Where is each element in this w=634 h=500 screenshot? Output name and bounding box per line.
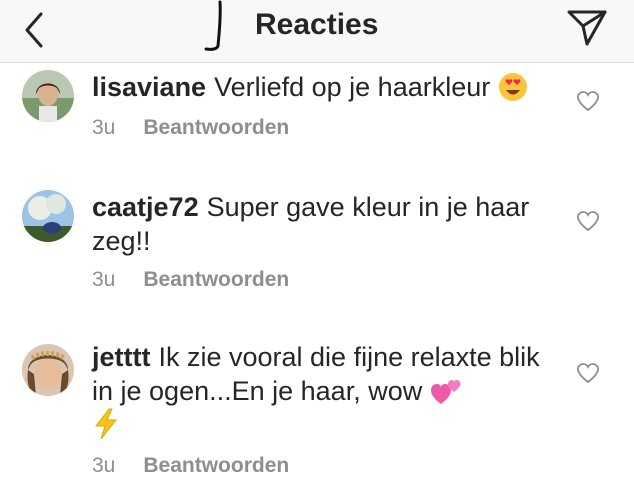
comment-username[interactable]: caatje72 [92, 192, 199, 222]
comment-text: jetttt Ik zie vooral die fijne relaxte bl… [92, 340, 552, 442]
comment-text: lisaviane Verliefd op je haarkleur [92, 70, 552, 104]
comment-message: Verliefd op je haarkleur [214, 72, 491, 102]
header-bar: Reacties [0, 0, 634, 63]
comment-time: 3u [92, 116, 116, 139]
reply-button[interactable]: Beantwoorden [143, 268, 289, 291]
lightning-emoji-icon [94, 408, 118, 440]
comment-text: caatje72 Super gave kleur in je haar zeg!… [92, 190, 552, 258]
send-button[interactable] [563, 4, 611, 48]
avatar[interactable] [22, 344, 74, 396]
handwritten-mark [204, 0, 222, 51]
heart-outline-icon[interactable] [576, 210, 600, 232]
chevron-left-icon [25, 12, 43, 48]
avatar[interactable] [22, 70, 74, 122]
heart-eyes-emoji-icon [498, 73, 527, 101]
comment-message: Ik zie vooral die fijne relaxte blik in … [92, 342, 540, 406]
heart-outline-icon[interactable] [576, 90, 600, 112]
comment-username[interactable]: jetttt [92, 342, 150, 372]
heart-outline-icon[interactable] [576, 362, 600, 384]
two-hearts-emoji-icon [430, 380, 461, 404]
reply-button[interactable]: Beantwoorden [143, 454, 289, 477]
comment-time: 3u [92, 454, 116, 477]
comment-meta: 3u Beantwoorden [92, 116, 289, 140]
avatar[interactable] [22, 190, 74, 242]
comment-meta: 3u Beantwoorden [92, 454, 289, 478]
paper-plane-icon [567, 10, 607, 46]
reply-button[interactable]: Beantwoorden [143, 116, 289, 139]
comment-meta: 3u Beantwoorden [92, 268, 289, 292]
comment-time: 3u [92, 268, 116, 291]
back-button[interactable] [14, 8, 54, 48]
comment-username[interactable]: lisaviane [92, 72, 206, 102]
page-title: Reacties [255, 8, 379, 41]
